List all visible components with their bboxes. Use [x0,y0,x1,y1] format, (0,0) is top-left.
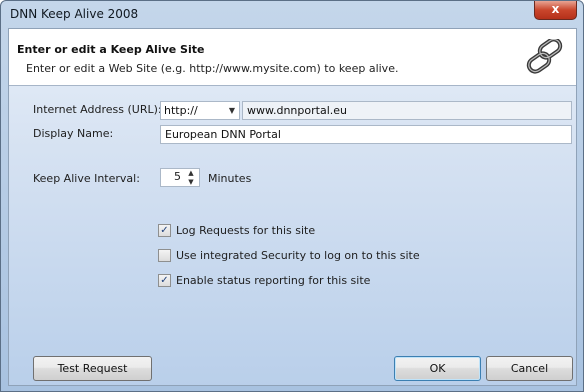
spin-up-icon[interactable]: ▲ [186,169,196,177]
display-name-input[interactable]: European DNN Portal [160,125,572,144]
check-icon: ✓ [160,225,169,236]
dialog-header: Enter or edit a Keep Alive Site Enter or… [9,29,576,86]
interval-label: Keep Alive Interval: [33,172,140,185]
checkbox-label: Log Requests for this site [176,224,316,237]
test-request-button[interactable]: Test Request [33,356,152,381]
url-input[interactable]: www.dnnportal.eu [242,101,572,120]
chevron-down-icon: ▼ [228,106,235,115]
checkbox-label: Enable status reporting for this site [176,274,371,287]
dialog-window: DNN Keep Alive 2008 x Enter or edit a Ke… [0,0,584,392]
interval-value: 5 [174,170,181,183]
dialog-client-area: Enter or edit a Keep Alive Site Enter or… [8,28,577,386]
spin-down-icon[interactable]: ▼ [186,178,196,186]
close-icon: x [551,2,560,16]
protocol-value: http:// [164,104,198,117]
interval-stepper[interactable]: 5 ▲ ▼ [160,168,200,187]
ok-button[interactable]: OK [394,356,481,381]
checkbox-box[interactable] [158,249,171,262]
checkbox-box[interactable]: ✓ [158,274,171,287]
close-button[interactable]: x [534,1,577,20]
checkbox-box[interactable]: ✓ [158,224,171,237]
check-icon: ✓ [160,275,169,286]
url-label: Internet Address (URL): [33,103,162,116]
header-title: Enter or edit a Keep Alive Site [17,43,205,56]
spin-buttons: ▲ ▼ [186,169,196,186]
checkbox-label: Use integrated Security to log on to thi… [176,249,420,262]
chain-link-icon [526,39,563,74]
interval-unit-label: Minutes [208,172,252,185]
title-bar[interactable]: DNN Keep Alive 2008 x [1,1,583,28]
protocol-dropdown[interactable]: http:// ▼ [160,101,240,120]
cancel-button[interactable]: Cancel [486,356,573,381]
header-description: Enter or edit a Web Site (e.g. http://ww… [26,62,399,75]
display-name-label: Display Name: [33,127,114,140]
window-title: DNN Keep Alive 2008 [10,7,139,21]
